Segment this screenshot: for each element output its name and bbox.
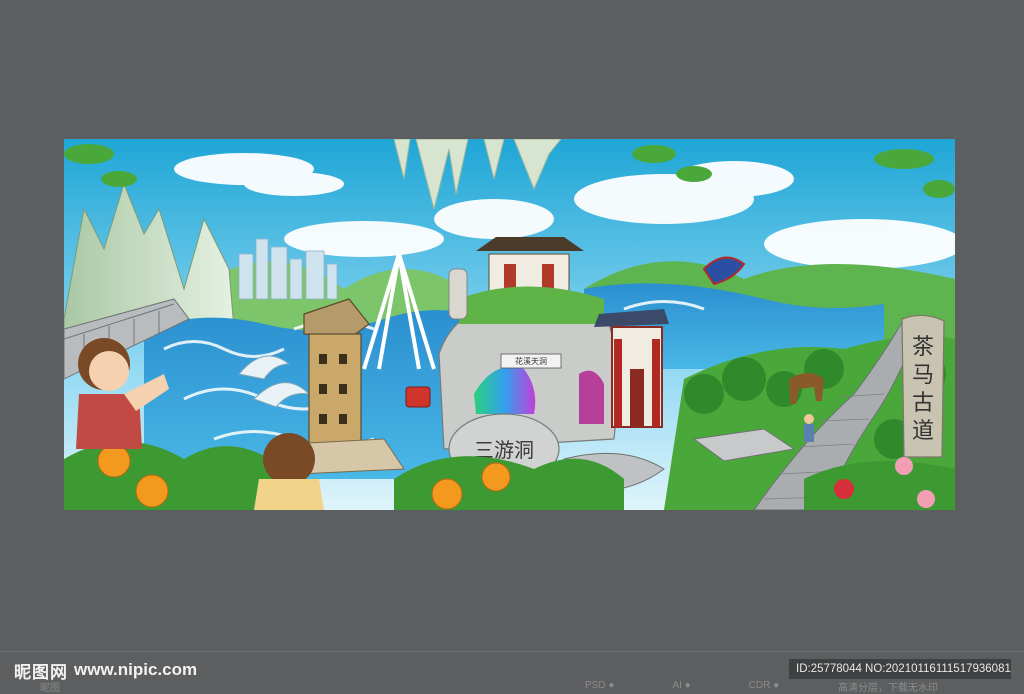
download-note: 高清分层，下载无水印 (838, 683, 938, 694)
red-car (405, 386, 431, 408)
format-psd: PSD (585, 680, 614, 692)
illustration-artwork: 茶 马 古 道 三游洞 花溪天洞 (64, 139, 955, 510)
illustration-scene: 茶 马 古 道 三游洞 花溪天洞 (64, 139, 955, 510)
format-cdr: CDR (749, 680, 780, 692)
logo-url-text: www.nipic.com (74, 660, 198, 679)
small-stamp: 昵图 (40, 683, 60, 694)
stele-char-4: 道 (912, 419, 934, 444)
file-formats: PSD AI CDR (585, 680, 779, 692)
cave-plaque-text: 花溪天洞 (515, 356, 547, 366)
stele-char-2: 马 (912, 363, 934, 388)
stele-char-1: 茶 (912, 335, 934, 360)
stele-char-3: 古 (912, 391, 934, 416)
footer-divider (0, 651, 1024, 652)
image-id-label: ID:25778044 NO:20210116111517936081 (789, 659, 1011, 679)
small-stele (448, 268, 468, 320)
format-ai: AI (672, 680, 690, 692)
